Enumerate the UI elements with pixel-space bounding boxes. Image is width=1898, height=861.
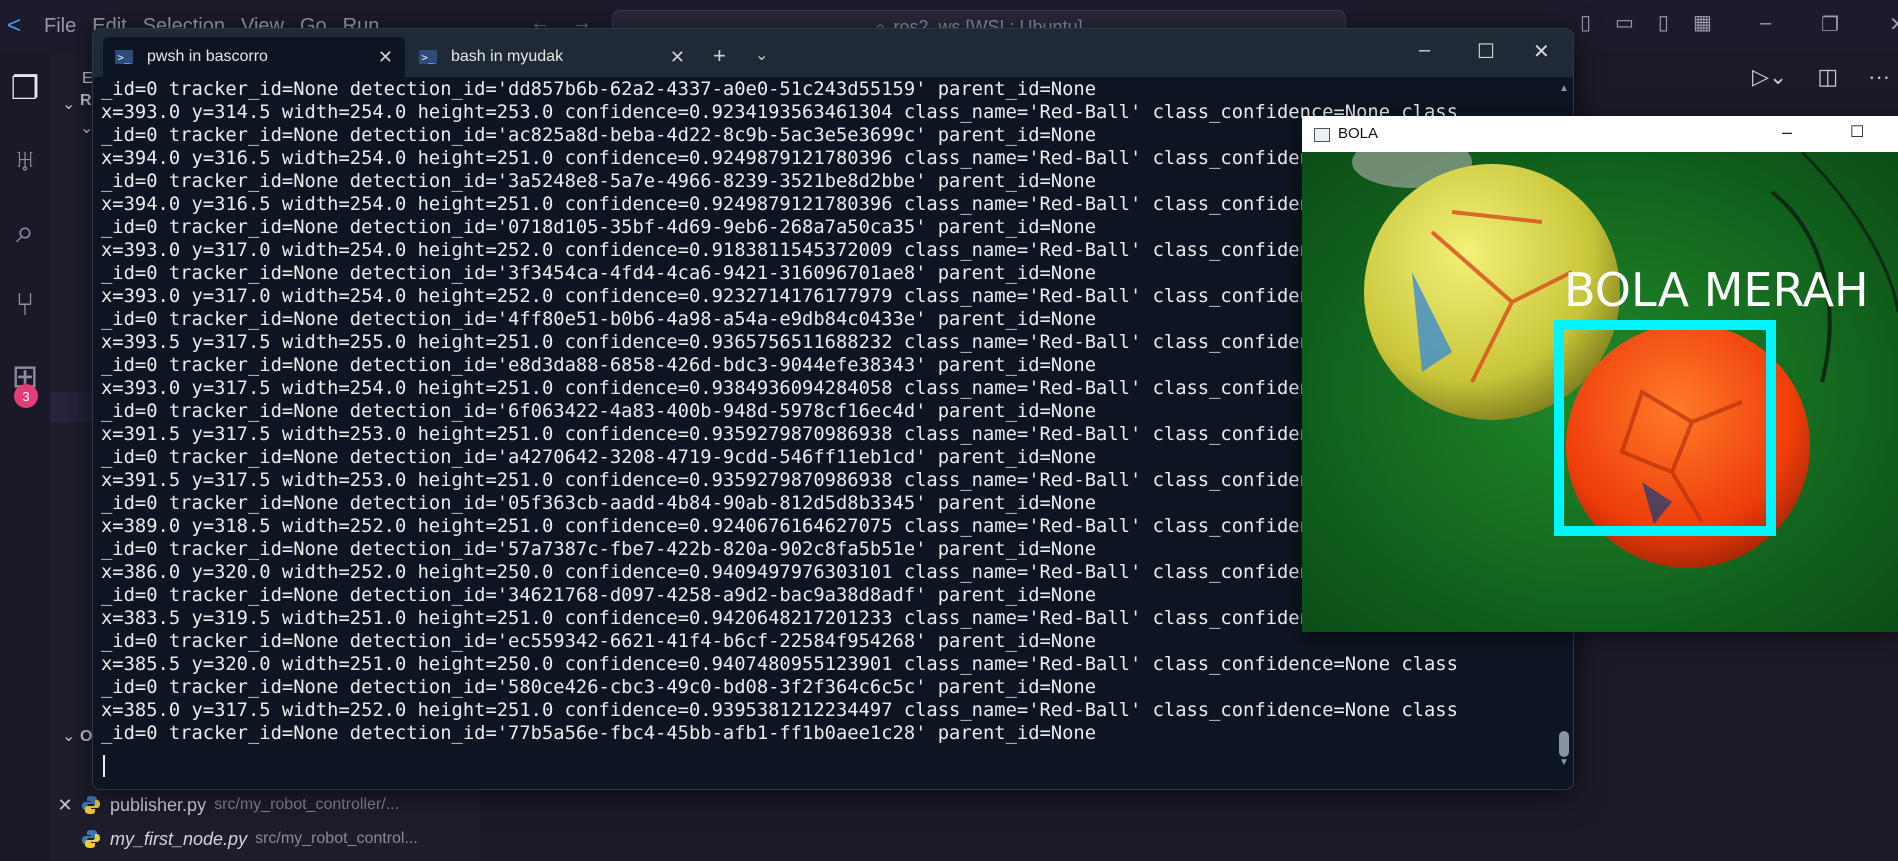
tab-label: pwsh in bascorro <box>147 48 268 65</box>
tab-pwsh[interactable]: >_ pwsh in bascorro ✕ <box>103 37 405 77</box>
split-editor-icon[interactable]: ◫ <box>1817 64 1838 90</box>
python-file-icon <box>82 796 100 814</box>
scroll-up-icon[interactable]: ▲ <box>1559 83 1569 94</box>
terminal-line: _id=0 tracker_id=None detection_id='580c… <box>101 677 1097 698</box>
vscode-restore-icon[interactable]: ❐ <box>1821 12 1839 37</box>
copilot-icon[interactable]: ♅ <box>0 124 50 196</box>
terminal-line: _id=0 tracker_id=None detection_id='05f3… <box>101 493 1097 514</box>
terminal-line: x=393.0 y=317.0 width=254.0 height=252.0… <box>101 286 1458 307</box>
customize-layout-icon[interactable]: ▦ <box>1693 10 1712 35</box>
maximize-icon[interactable]: ☐ <box>1477 39 1495 64</box>
terminal-line: _id=0 tracker_id=None detection_id='3f34… <box>101 263 1097 284</box>
vscode-minimize-icon[interactable]: – <box>1760 12 1771 37</box>
terminal-line: _id=0 tracker_id=None detection_id='0718… <box>101 217 1097 238</box>
terminal-line: _id=0 tracker_id=None detection_id='a427… <box>101 447 1097 468</box>
chevron-down-icon[interactable]: ⌄ <box>755 45 768 65</box>
editor-actions: ▷⌄ ◫ ··· <box>1752 64 1890 90</box>
tab-label: bash in myudak <box>451 48 564 65</box>
terminal-cursor <box>103 755 105 777</box>
terminal-line: x=393.0 y=317.5 width=254.0 height=251.0… <box>101 378 1458 399</box>
editor-file-path: src/my_robot_controller/... <box>214 796 400 813</box>
close-icon[interactable]: ✕ <box>50 795 80 816</box>
scroll-down-icon[interactable]: ▼ <box>1559 757 1569 768</box>
powershell-icon: >_ <box>115 50 133 64</box>
terminal-line: x=393.0 y=317.0 width=254.0 height=252.0… <box>101 240 1458 261</box>
open-editor-row[interactable]: my_first_node.py src/my_robot_control... <box>50 822 480 856</box>
chevron-down-icon[interactable]: ⌄ <box>62 94 75 114</box>
camera-view: BOLA MERAH <box>1302 152 1898 632</box>
chevron-down-icon[interactable]: ⌄ <box>62 726 75 746</box>
editor-file-path: src/my_robot_control... <box>255 830 418 847</box>
terminal-line: x=386.0 y=320.0 width=252.0 height=250.0… <box>101 562 1458 583</box>
terminal-line: _id=0 tracker_id=None detection_id='3462… <box>101 585 1097 606</box>
terminal-line: x=394.0 y=316.5 width=254.0 height=251.0… <box>101 194 1458 215</box>
source-control-icon[interactable]: ⑂ <box>0 268 50 340</box>
window-app-icon <box>1314 128 1330 142</box>
terminal-line: x=393.0 y=314.5 width=254.0 height=253.0… <box>101 102 1458 123</box>
python-file-icon <box>82 830 100 848</box>
toggle-secondary-sidebar-icon[interactable]: ▯ <box>1658 10 1669 35</box>
open-editor-row[interactable]: ✕ publisher.py src/my_robot_controller/.… <box>50 788 480 822</box>
terminal-line: _id=0 tracker_id=None detection_id='e8d3… <box>101 355 1097 376</box>
terminal-line: x=389.0 y=318.5 width=252.0 height=251.0… <box>101 516 1458 537</box>
tab-bash[interactable]: >_ bash in myudak ✕ <box>407 37 697 77</box>
terminal-line: x=393.5 y=317.5 width=255.0 height=251.0… <box>101 332 1458 353</box>
maximize-icon[interactable]: ☐ <box>1850 122 1864 142</box>
terminal-line: x=391.5 y=317.5 width=253.0 height=251.0… <box>101 470 1458 491</box>
terminal-line: x=385.5 y=320.0 width=251.0 height=250.0… <box>101 654 1458 675</box>
vscode-logo-icon: < <box>6 12 21 39</box>
new-tab-icon[interactable]: + <box>713 43 726 69</box>
terminal-line: _id=0 tracker_id=None detection_id='77b5… <box>101 723 1097 744</box>
bola-titlebar: BOLA – ☐ <box>1302 116 1898 152</box>
terminal-line: _id=0 tracker_id=None detection_id='3a52… <box>101 171 1097 192</box>
more-actions-icon[interactable]: ··· <box>1868 64 1890 90</box>
run-icon[interactable]: ▷⌄ <box>1752 64 1787 90</box>
terminal-tab-bar: >_ pwsh in bascorro ✕ >_ bash in myudak … <box>93 29 1573 77</box>
terminal-line: x=383.5 y=319.5 width=251.0 height=251.0… <box>101 608 1458 629</box>
vscode-window-controls: – ❐ ✕ <box>1760 12 1898 37</box>
terminal-line: _id=0 tracker_id=None detection_id='4ff8… <box>101 309 1097 330</box>
bola-window: BOLA – ☐ BOLA MERAH <box>1302 116 1898 632</box>
powershell-icon: >_ <box>419 50 437 64</box>
close-icon[interactable]: ✕ <box>1533 39 1550 64</box>
explorer-icon[interactable]: ❐ <box>0 52 50 124</box>
vscode-close-icon[interactable]: ✕ <box>1889 12 1898 37</box>
extensions-icon[interactable]: ⊞ 3 <box>0 340 50 412</box>
menu-file[interactable]: File <box>44 15 76 38</box>
terminal-line: _id=0 tracker_id=None detection_id='ec55… <box>101 631 1097 652</box>
editor-file-name: my_first_node.py <box>110 828 248 849</box>
terminal-line: x=385.0 y=317.5 width=252.0 height=251.0… <box>101 700 1458 721</box>
terminal-line: _id=0 tracker_id=None detection_id='57a7… <box>101 539 1097 560</box>
terminal-line: _id=0 tracker_id=None detection_id='6f06… <box>101 401 1097 422</box>
search-view-icon[interactable]: ⌕ <box>0 196 50 268</box>
section-o[interactable]: O <box>80 728 92 746</box>
toggle-panel-icon[interactable]: ▭ <box>1615 10 1634 35</box>
scroll-thumb[interactable] <box>1559 731 1569 757</box>
editor-file-name: publisher.py <box>110 794 207 815</box>
terminal-line: x=391.5 y=317.5 width=253.0 height=251.0… <box>101 424 1458 445</box>
minimize-icon[interactable]: – <box>1782 122 1792 143</box>
section-r[interactable]: R <box>80 92 92 110</box>
close-tab-icon[interactable]: ✕ <box>670 47 685 68</box>
minimize-icon[interactable]: – <box>1419 39 1430 62</box>
bola-title: BOLA <box>1338 125 1379 142</box>
terminal-line: x=394.0 y=316.5 width=254.0 height=251.0… <box>101 148 1458 169</box>
close-tab-icon[interactable]: ✕ <box>378 47 393 68</box>
detection-label: BOLA MERAH <box>1564 263 1869 317</box>
activity-bar: ❐ ♅ ⌕ ⑂ ⊞ 3 <box>0 52 50 861</box>
extensions-badge: 3 <box>14 384 38 408</box>
layout-icons: ▯ ▭ ▯ ▦ <box>1580 10 1712 35</box>
toggle-sidebar-icon[interactable]: ▯ <box>1580 10 1591 35</box>
terminal-line: _id=0 tracker_id=None detection_id='ac82… <box>101 125 1097 146</box>
terminal-line: _id=0 tracker_id=None detection_id='dd85… <box>101 79 1097 100</box>
